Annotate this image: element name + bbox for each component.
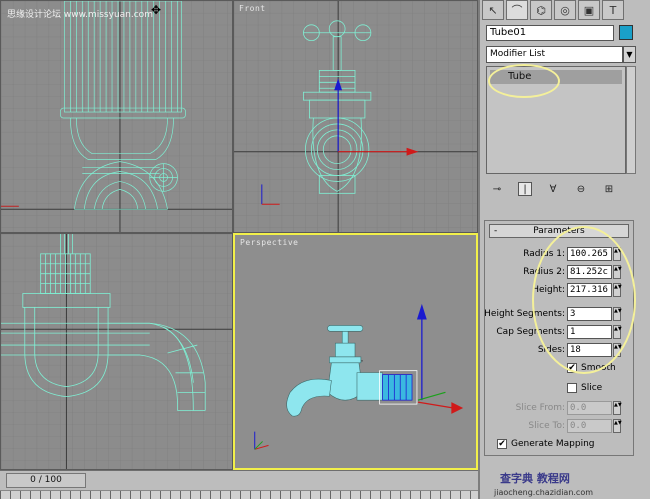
viewport-top[interactable]: 思缘设计论坛 www.missyuan.com ✥ xyxy=(0,0,233,233)
slice-from-label: Slice From: xyxy=(515,403,565,413)
generate-mapping-check-icon: ✔ xyxy=(497,439,507,449)
show-end-result-icon[interactable]: | xyxy=(518,182,532,196)
slice-to-label: Slice To: xyxy=(528,421,565,431)
viewport-front-scene xyxy=(234,1,477,232)
stack-toolbar: ⊸ | ∀ ⊖ ⊞ xyxy=(486,180,638,198)
object-color-swatch[interactable] xyxy=(619,25,633,40)
viewport-left[interactable] xyxy=(0,233,233,470)
rollout-collapse-icon: - xyxy=(494,226,498,236)
watermark-text: 思缘设计论坛 www.missyuan.com xyxy=(7,10,153,20)
modify-icon[interactable]: ⌒ xyxy=(506,0,528,20)
command-panel: ↖ ⌒ ⌬ ◎ ▣ T Tube01 Modifier List ▼ Tube … xyxy=(478,0,650,499)
generate-mapping-label: Generate Mapping xyxy=(511,439,595,449)
viewport-label-front: Front xyxy=(239,4,266,13)
generate-mapping-checkbox[interactable]: ✔ Generate Mapping xyxy=(497,439,595,449)
viewport-left-scene xyxy=(1,234,232,469)
stack-scrollbar[interactable] xyxy=(626,66,636,174)
make-unique-icon[interactable]: ∀ xyxy=(546,182,560,196)
motion-icon[interactable]: ◎ xyxy=(554,0,576,20)
time-slider[interactable]: 0 / 100 xyxy=(6,473,86,488)
footer-logo: 查字典 教程网 xyxy=(500,472,570,485)
slice-to-field[interactable]: 0.0 xyxy=(567,419,612,433)
object-name-field[interactable]: Tube01 xyxy=(486,25,614,41)
move-cursor-icon: ✥ xyxy=(151,3,162,17)
time-slider-bar: 0 / 100 xyxy=(0,470,478,490)
slice-from-row: Slice From: 0.0 ▲▼ xyxy=(485,401,635,417)
hierarchy-icon[interactable]: ⌬ xyxy=(530,0,552,20)
utilities-icon[interactable]: T xyxy=(602,0,624,20)
create-icon[interactable]: ↖ xyxy=(482,0,504,20)
viewport-top-scene xyxy=(1,1,232,232)
pin-stack-icon[interactable]: ⊸ xyxy=(490,182,504,196)
viewport-label-perspective: Perspective xyxy=(240,238,299,247)
configure-modifier-sets-icon[interactable]: ⊞ xyxy=(602,182,616,196)
track-bar[interactable] xyxy=(0,490,478,499)
annotation-ellipse-stack xyxy=(488,64,560,98)
display-icon[interactable]: ▣ xyxy=(578,0,600,20)
slice-from-field[interactable]: 0.0 xyxy=(567,401,612,415)
max-app: 思缘设计论坛 www.missyuan.com ✥ Front Perspect… xyxy=(0,0,650,499)
slice-to-spinner[interactable]: ▲▼ xyxy=(613,419,622,433)
slice-from-spinner[interactable]: ▲▼ xyxy=(613,401,622,415)
slice-label: Slice xyxy=(581,383,603,393)
viewport-front[interactable]: Front xyxy=(233,0,478,233)
slice-check-icon xyxy=(567,383,577,393)
annotation-ellipse-parameters xyxy=(532,226,636,374)
viewport-perspective-scene xyxy=(235,235,476,468)
slice-checkbox[interactable]: Slice xyxy=(567,383,602,393)
slice-to-row: Slice To: 0.0 ▲▼ xyxy=(485,419,635,435)
chevron-down-icon[interactable]: ▼ xyxy=(623,46,636,63)
viewport-perspective[interactable]: Perspective xyxy=(233,233,478,470)
remove-modifier-icon[interactable]: ⊖ xyxy=(574,182,588,196)
modifier-list-dropdown[interactable]: Modifier List xyxy=(486,46,623,63)
command-panel-tabs: ↖ ⌒ ⌬ ◎ ▣ T xyxy=(482,0,648,20)
footer-url: jiaocheng.chazidian.com xyxy=(494,488,594,497)
